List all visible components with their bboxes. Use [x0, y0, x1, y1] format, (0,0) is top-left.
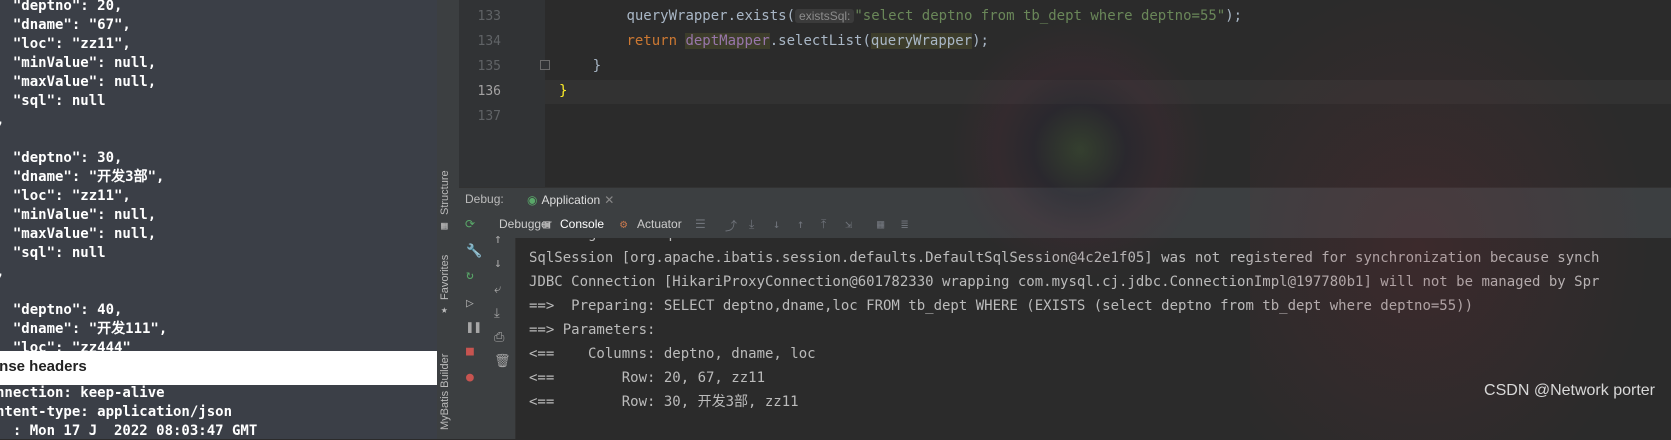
json-line: "dname": "开发3部",: [0, 169, 165, 185]
line-number-current: 136: [477, 84, 501, 99]
step-into-icon[interactable]: ↓: [773, 217, 780, 231]
console-line: Creating a new SqlSession: [529, 238, 740, 246]
response-headers-section-header[interactable]: onse headers: [0, 351, 437, 385]
debug-session-tab-application[interactable]: ◉ Application ✕: [521, 188, 621, 214]
json-line: "dname": "67",: [0, 17, 131, 33]
view-breakpoints-icon[interactable]: ●: [466, 370, 474, 385]
close-tab-icon[interactable]: ✕: [604, 193, 614, 207]
console-line: <== Row: 20, 67, zz11: [529, 370, 766, 386]
drop-frame-icon[interactable]: ⤒: [821, 217, 826, 232]
tab-actuator[interactable]: Actuator: [637, 217, 682, 231]
evaluate-expression-icon[interactable]: ▦: [877, 217, 884, 231]
json-line: "deptno": 20,: [0, 0, 123, 14]
console-line: <== Columns: deptno, dname, loc: [529, 346, 816, 362]
header-line: : Mon 17 J 2022 08:03:47 GMT: [0, 423, 258, 439]
response-headers-title: onse headers: [0, 358, 87, 375]
json-line: ,: [0, 111, 4, 130]
json-line: "deptno": 40,: [0, 302, 123, 318]
rerun-icon[interactable]: ⟳: [465, 217, 475, 231]
json-line: "dname": "开发111",: [0, 321, 168, 337]
debug-tool-window-header: Debug: ◉ Application ✕: [459, 187, 1671, 214]
up-arrow-icon[interactable]: ↑: [494, 232, 502, 247]
console-line: ==> Preparing: SELECT deptno,dname,loc F…: [529, 298, 1474, 314]
down-arrow-icon[interactable]: ↓: [494, 256, 502, 271]
debug-label: Debug:: [465, 192, 504, 206]
json-line: "loc": "zz11",: [0, 36, 131, 52]
console-line: ==> Parameters:: [529, 322, 664, 338]
json-line: "maxValue": null,: [0, 226, 157, 242]
current-line-highlight: [545, 80, 1671, 104]
step-out-icon[interactable]: ↑: [797, 217, 804, 231]
scroll-to-end-icon[interactable]: ⤓: [494, 306, 500, 321]
trace-icon[interactable]: ≣: [901, 217, 908, 231]
code-line-136: }: [559, 83, 568, 99]
response-headers-list: nnection: keep-alive ntent-type: applica…: [0, 385, 437, 439]
resume-program-icon[interactable]: ▷: [466, 296, 474, 311]
actuator-icon: ⚙: [620, 217, 628, 231]
json-response-view[interactable]: "deptno": 20, "dname": "67", "loc": "zz1…: [0, 0, 437, 351]
header-line: nnection: keep-alive: [0, 385, 165, 401]
json-line: "minValue": null,: [0, 55, 157, 71]
structure-icon: ▦: [441, 219, 448, 232]
line-number: 133: [477, 9, 501, 24]
console-side-actions: ↑ ↓ ⤶ ⤓ ⎙ 🗑: [487, 232, 516, 439]
show-execution-point-icon[interactable]: ⤴: [725, 217, 737, 234]
json-line: "loc": "zz11",: [0, 188, 131, 204]
debug-session-label: Application: [541, 193, 601, 207]
line-number: 137: [477, 109, 501, 124]
favorites-tool-tab[interactable]: Favorites: [439, 255, 451, 300]
star-icon: ★: [441, 303, 448, 316]
debug-side-actions: 🔧 ↻ ▷ ❚❚ ■ ●: [459, 238, 487, 439]
parameter-hint: existsSql:: [795, 9, 855, 23]
json-line: "loc": "zz444": [0, 340, 131, 351]
pause-icon[interactable]: ❚❚: [466, 320, 482, 335]
line-number: 135: [477, 59, 501, 74]
resume-icon[interactable]: ↻: [466, 268, 474, 283]
code-editor[interactable]: 133 134 135 136 137 queryWrapper.exists(…: [459, 0, 1671, 187]
code-line-134: return deptMapper.selectList(queryWrappe…: [626, 33, 989, 49]
console-icon: ▣: [543, 217, 551, 231]
left-tool-strip: Structure ▦ Favorites ★ MyBatis Builder: [437, 0, 460, 439]
mybatis-builder-tool-tab[interactable]: MyBatis Builder: [439, 354, 451, 430]
console-output[interactable]: Creating a new SqlSession SqlSession [or…: [516, 238, 1671, 439]
code-line-133: queryWrapper.exists(existsSql: "select de…: [626, 8, 1243, 24]
csdn-watermark: CSDN @Network porter: [1484, 382, 1655, 399]
json-line: "sql": null: [0, 245, 106, 261]
console-line: SqlSession [org.apache.ibatis.session.de…: [529, 250, 1600, 266]
structure-tool-tab[interactable]: Structure: [439, 170, 451, 215]
print-icon[interactable]: ⎙: [494, 330, 504, 345]
tab-console[interactable]: Console: [560, 217, 604, 231]
trash-icon[interactable]: 🗑: [494, 354, 511, 369]
console-line: JDBC Connection [HikariProxyConnection@6…: [529, 274, 1600, 290]
line-number: 134: [477, 34, 501, 49]
json-line: "deptno": 30,: [0, 150, 123, 166]
stop-icon[interactable]: ■: [466, 344, 474, 359]
json-line: "maxValue": null,: [0, 74, 157, 90]
debug-toolbar: ⟳ Debugger ▣ Console ⚙ Actuator ☰ ⤴ ⤓ ↓ …: [459, 212, 1671, 238]
json-line: ,: [0, 263, 4, 282]
json-line: "sql": null: [0, 93, 106, 109]
spring-boot-icon: ◉: [527, 193, 538, 207]
console-line: <== Row: 30, 开发3部, zz11: [529, 394, 799, 410]
run-to-cursor-icon[interactable]: ⇲: [845, 217, 852, 231]
wrench-icon[interactable]: 🔧: [466, 244, 482, 259]
editor-gutter: 133 134 135 136 137: [459, 0, 545, 187]
menu-icon[interactable]: ☰: [695, 217, 706, 231]
code-line-135: }: [559, 58, 602, 74]
header-line: ntent-type: application/json: [0, 404, 233, 420]
json-line: "minValue": null,: [0, 207, 157, 223]
fold-marker-icon[interactable]: [540, 60, 550, 70]
soft-wrap-icon[interactable]: ⤶: [494, 282, 501, 297]
response-panel: "deptno": 20, "dname": "67", "loc": "zz1…: [0, 0, 437, 439]
step-over-icon[interactable]: ⤓: [749, 217, 754, 232]
